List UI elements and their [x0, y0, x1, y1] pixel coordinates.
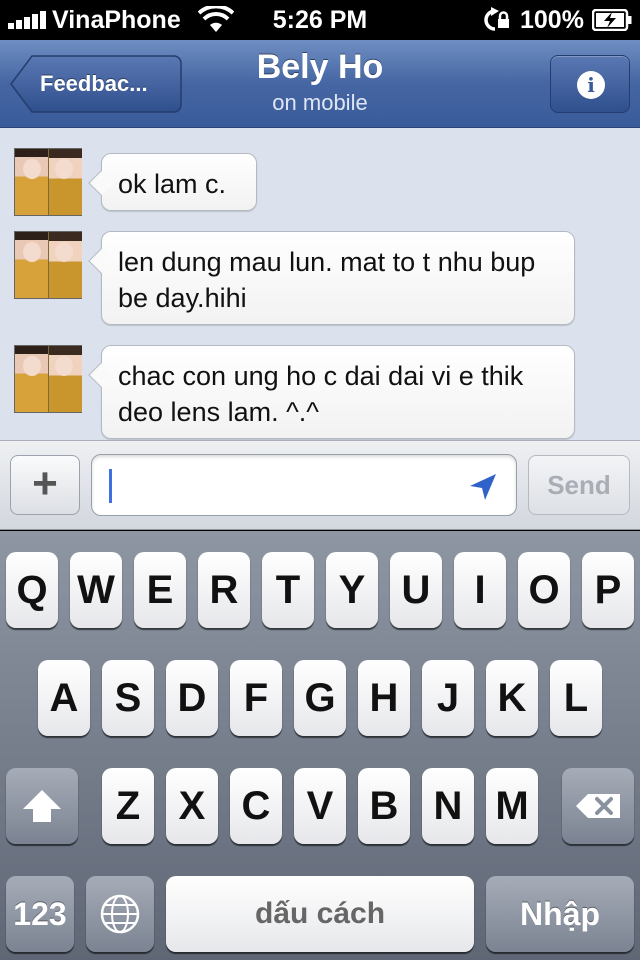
key-y[interactable]: Y: [326, 552, 378, 628]
text-cursor: [109, 469, 112, 503]
navigation-bar: Feedbac... Bely Ho on mobile i: [0, 40, 640, 128]
key-w[interactable]: W: [70, 552, 122, 628]
message-bubble[interactable]: chac con ung ho c dai dai vi e thik deo …: [88, 345, 575, 439]
shift-key[interactable]: [6, 768, 78, 844]
key-j[interactable]: J: [422, 660, 474, 736]
key-g[interactable]: G: [294, 660, 346, 736]
avatar[interactable]: [14, 345, 82, 413]
message-text: ok lam c.: [118, 169, 227, 199]
key-z[interactable]: Z: [102, 768, 154, 844]
key-f[interactable]: F: [230, 660, 282, 736]
message-input[interactable]: [91, 454, 517, 516]
key-p[interactable]: P: [582, 552, 634, 628]
key-h[interactable]: H: [358, 660, 410, 736]
backspace-icon: [576, 794, 620, 818]
message-list[interactable]: ok lam c. len dung mau lun. mat to t nhu…: [0, 128, 640, 440]
key-v[interactable]: V: [294, 768, 346, 844]
send-button[interactable]: Send: [528, 455, 630, 515]
return-key[interactable]: Nhập: [486, 876, 634, 952]
key-r[interactable]: R: [198, 552, 250, 628]
rotation-lock-icon: [484, 7, 509, 31]
message-bubble[interactable]: len dung mau lun. mat to t nhu bup be da…: [88, 231, 575, 325]
location-arrow-icon[interactable]: [468, 473, 498, 501]
conversation-title: Bely Ho: [256, 48, 384, 86]
battery-charging-icon: [592, 9, 632, 31]
key-x[interactable]: X: [166, 768, 218, 844]
message-composer: + Send: [0, 440, 640, 530]
key-d[interactable]: D: [166, 660, 218, 736]
avatar[interactable]: [14, 231, 82, 299]
globe-icon: [100, 894, 140, 934]
key-e[interactable]: E: [134, 552, 186, 628]
message-text: len dung mau lun. mat to t nhu bup be da…: [118, 247, 536, 313]
key-t[interactable]: T: [262, 552, 314, 628]
globe-key[interactable]: [86, 876, 154, 952]
shift-arrow-icon: [23, 790, 61, 822]
add-attachment-button[interactable]: +: [10, 455, 80, 515]
key-l[interactable]: L: [550, 660, 602, 736]
info-icon: i: [577, 71, 605, 99]
presence-status: on mobile: [272, 90, 368, 115]
numbers-key[interactable]: 123: [6, 876, 74, 952]
info-button[interactable]: i: [550, 55, 630, 113]
key-m[interactable]: M: [486, 768, 538, 844]
avatar[interactable]: [14, 148, 82, 216]
key-u[interactable]: U: [390, 552, 442, 628]
key-n[interactable]: N: [422, 768, 474, 844]
key-c[interactable]: C: [230, 768, 282, 844]
key-q[interactable]: Q: [6, 552, 58, 628]
key-o[interactable]: O: [518, 552, 570, 628]
space-key[interactable]: dấu cách: [166, 876, 474, 952]
delete-key[interactable]: [562, 768, 634, 844]
message-bubble[interactable]: ok lam c.: [88, 153, 257, 211]
key-i[interactable]: I: [454, 552, 506, 628]
status-bar: VinaPhone 5:26 PM 100%: [0, 0, 640, 40]
key-a[interactable]: A: [38, 660, 90, 736]
key-s[interactable]: S: [102, 660, 154, 736]
keyboard: Q W E R T Y U I O P A S D F G H J K L Z …: [0, 531, 640, 960]
key-b[interactable]: B: [358, 768, 410, 844]
key-k[interactable]: K: [486, 660, 538, 736]
message-text: chac con ung ho c dai dai vi e thik deo …: [118, 361, 524, 427]
battery-percent: 100%: [520, 6, 584, 34]
